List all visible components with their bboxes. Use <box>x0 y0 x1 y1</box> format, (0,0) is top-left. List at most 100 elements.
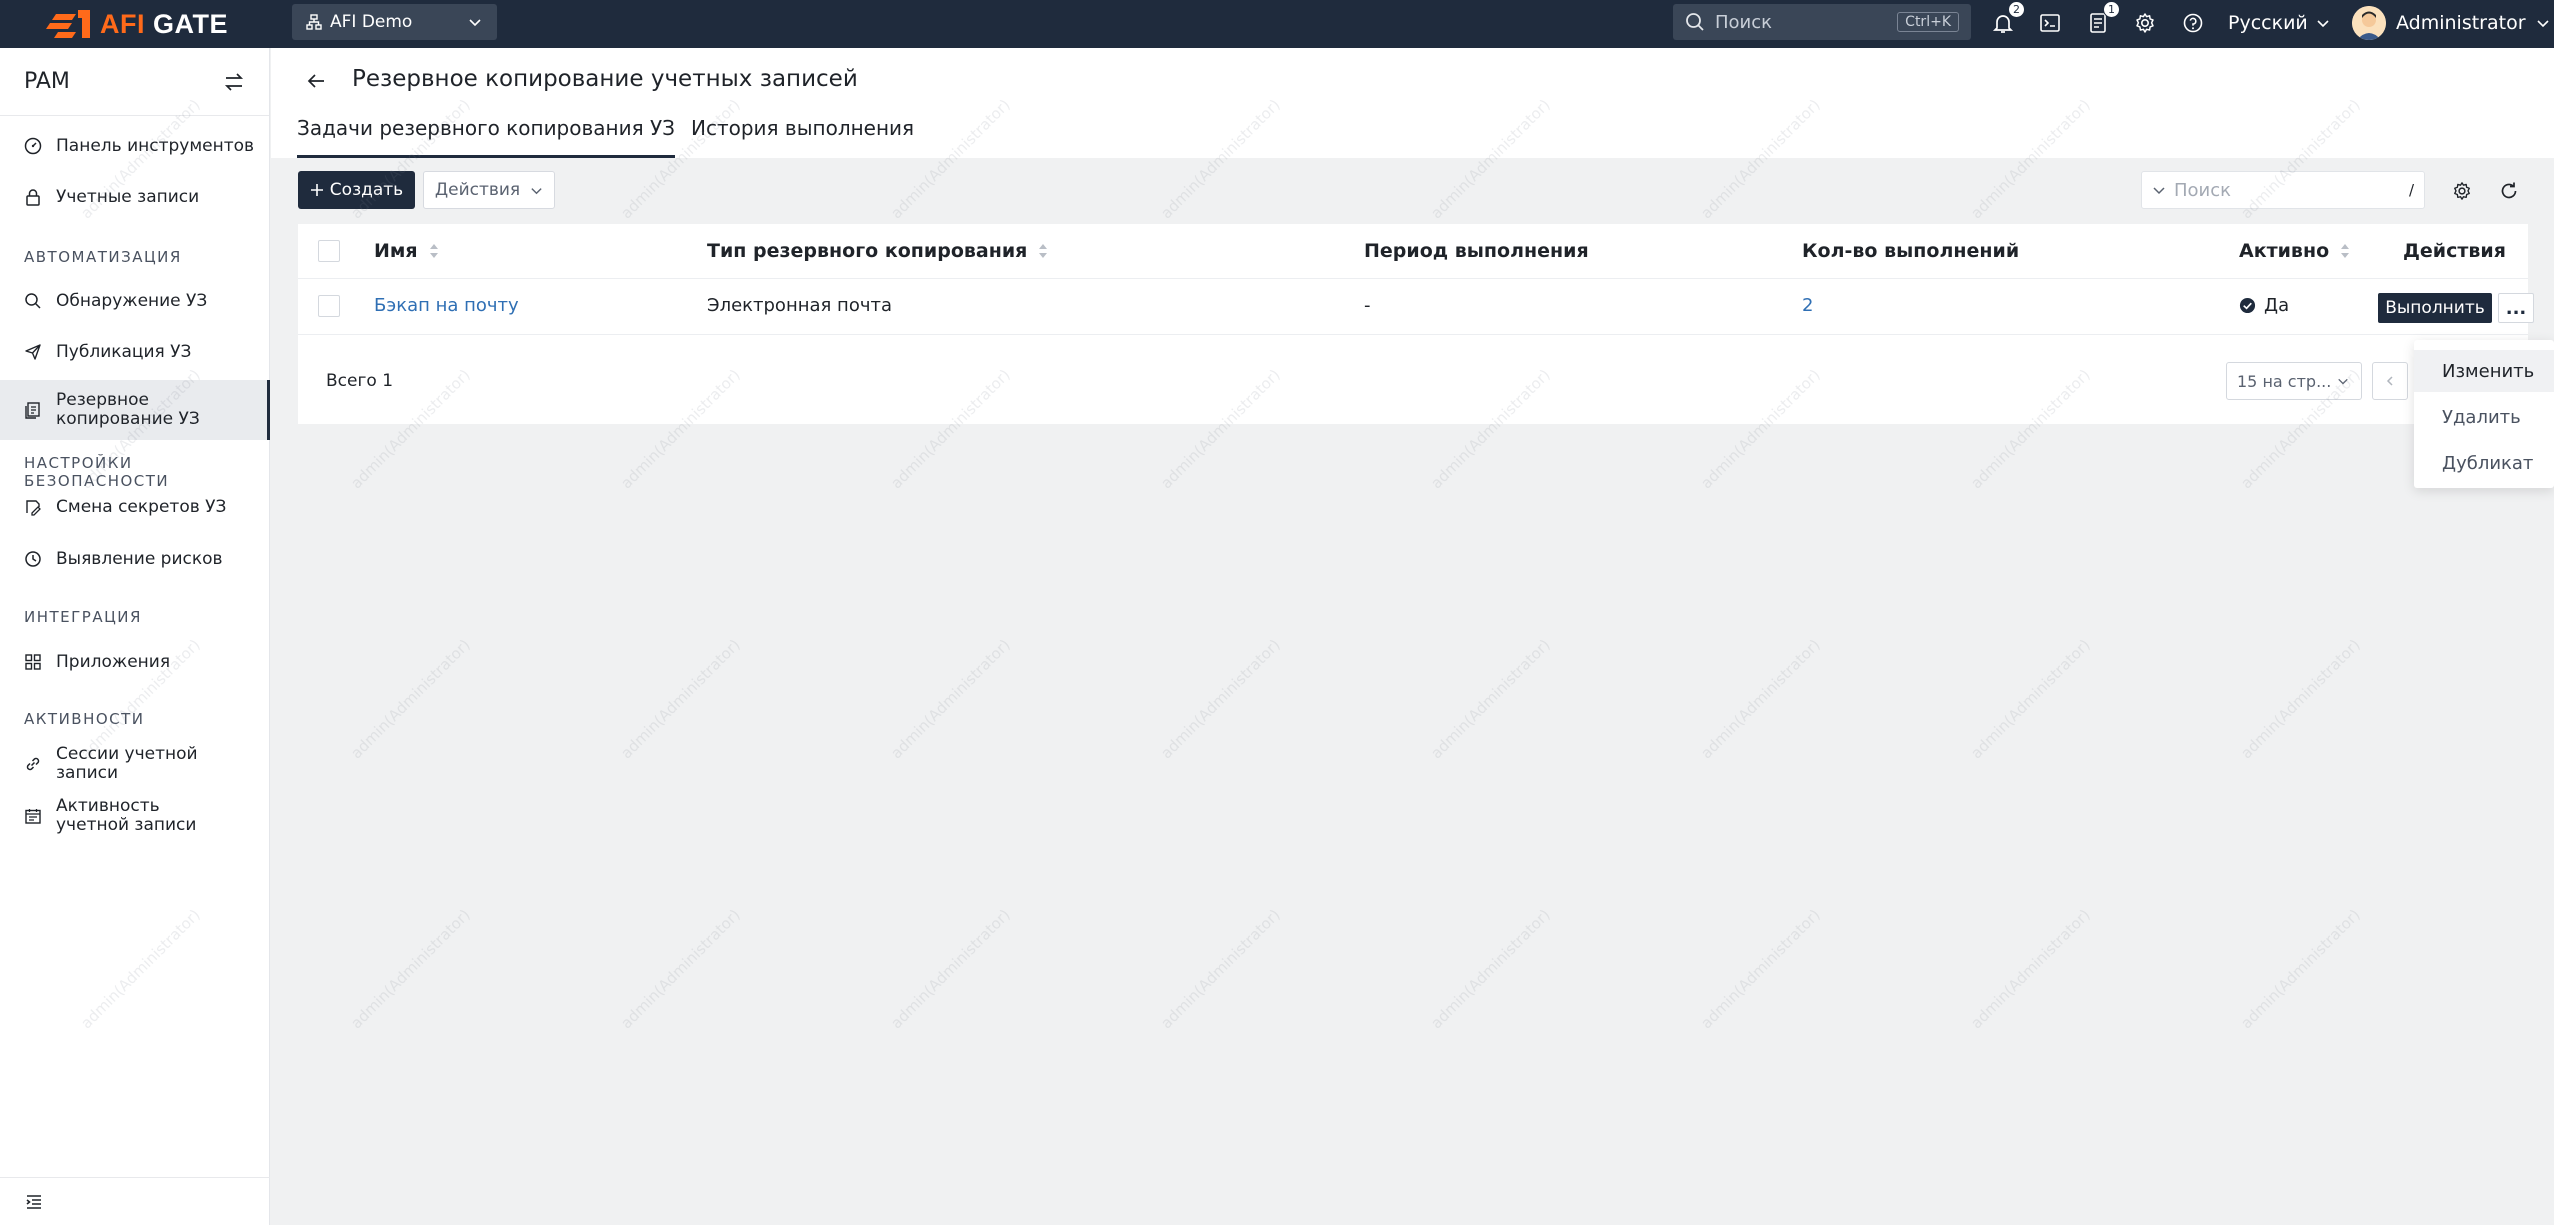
user-menu[interactable]: Administrator <box>2352 4 2550 42</box>
logo-text: AFI GATE <box>100 8 228 39</box>
logo[interactable]: AFI GATE <box>46 6 228 42</box>
row-checkbox[interactable] <box>318 295 340 317</box>
row-runs-link[interactable]: 2 <box>1802 295 1813 316</box>
menu-item-duplicate[interactable]: Дубликат <box>2414 442 2554 484</box>
column-name[interactable]: Имя <box>374 240 440 262</box>
watermark-text: admin(Administrator) <box>1967 635 2094 763</box>
row-active-label: Да <box>2264 295 2290 316</box>
actions-label: Действия <box>434 180 521 200</box>
column-type[interactable]: Тип резервного копирования <box>707 240 1049 262</box>
check-circle-icon <box>2239 297 2256 314</box>
help-icon <box>2183 13 2203 33</box>
backup-icon <box>24 401 42 419</box>
arrow-left-icon <box>307 74 324 88</box>
terminal-icon <box>2040 14 2060 32</box>
watermark-text: admin(Administrator) <box>887 905 1014 1033</box>
refresh-button[interactable] <box>2498 180 2520 202</box>
column-runs-label: Кол-во выполнений <box>1802 240 2020 262</box>
logo-icon <box>46 6 94 42</box>
settings-button[interactable] <box>2131 9 2159 37</box>
prev-page-button[interactable] <box>2372 362 2408 400</box>
language-select[interactable]: Русский <box>2228 8 2330 38</box>
watermark-text: admin(Administrator) <box>1697 905 1824 1033</box>
gear-icon <box>2136 13 2154 33</box>
sidebar-item-accounts[interactable]: Учетные записи <box>0 181 270 213</box>
sidebar-item-label: Учетные записи <box>56 187 200 207</box>
sidebar: PAM Панель инструментов Учетные записи А… <box>0 48 270 1225</box>
sidebar-item-label: Панель инструментов <box>56 136 255 156</box>
gauge-icon <box>24 137 42 155</box>
tab-backup-tasks[interactable]: Задачи резервного копирования УЗ <box>297 116 676 158</box>
actions-dropdown[interactable]: Действия <box>423 171 555 209</box>
sidebar-item-risk[interactable]: Выявление рисков <box>0 543 270 575</box>
chevron-down-icon <box>469 19 481 27</box>
send-icon <box>24 343 42 361</box>
search-icon <box>1686 13 1704 31</box>
global-search[interactable]: Поиск Ctrl+K <box>1673 4 1971 40</box>
table-card: Имя Тип резервного копирования Период вы… <box>298 224 2534 424</box>
org-select[interactable]: AFI Demo <box>292 4 497 40</box>
sidebar-item-label: Приложения <box>56 652 171 672</box>
chevron-left-icon <box>2386 376 2393 386</box>
watermark-text: admin(Administrator) <box>347 635 474 763</box>
back-button[interactable] <box>305 70 327 97</box>
gear-icon <box>2454 182 2470 200</box>
section-activities: АКТИВНОСТИ <box>24 710 145 728</box>
notifications-button[interactable]: 2 <box>1989 1 2025 37</box>
select-all-checkbox[interactable] <box>318 240 340 262</box>
table-row: Бэкап на почту Электронная почта - 2 Да … <box>298 279 2534 335</box>
sidebar-item-sessions[interactable]: Сессии учетной записи <box>0 740 270 788</box>
tasks-badge: 1 <box>2103 1 2120 18</box>
watermark-text: admin(Administrator) <box>2237 635 2364 763</box>
menu-item-delete[interactable]: Удалить <box>2414 396 2554 438</box>
watermark-text: admin(Administrator) <box>1967 905 2094 1033</box>
sidebar-item-dashboard[interactable]: Панель инструментов <box>0 130 270 162</box>
search-shortcut: / <box>2408 181 2414 199</box>
refresh-icon <box>2501 182 2517 199</box>
column-type-label: Тип резервного копирования <box>707 240 1028 262</box>
column-name-label: Имя <box>374 240 418 262</box>
section-automation: АВТОМАТИЗАЦИЯ <box>24 248 182 266</box>
sidebar-item-secret-change[interactable]: Смена секретов УЗ <box>0 491 270 523</box>
sidebar-item-label: Обнаружение УЗ <box>56 291 208 311</box>
sidebar-item-publication[interactable]: Публикация УЗ <box>0 336 270 368</box>
sidebar-item-label: Резервное копирование УЗ <box>56 390 200 429</box>
collapse-menu-icon <box>26 1194 41 1209</box>
menu-item-edit[interactable]: Изменить <box>2414 350 2554 392</box>
sidebar-item-label: Смена секретов УЗ <box>56 497 227 517</box>
sidebar-item-discovery[interactable]: Обнаружение УЗ <box>0 285 270 317</box>
sidebar-item-backup[interactable]: Резервное копирование УЗ <box>0 380 270 440</box>
sidebar-item-activity[interactable]: Активность учетной записи <box>0 792 270 840</box>
column-period-label: Период выполнения <box>1364 240 1589 262</box>
tasks-button[interactable]: 1 <box>2084 1 2120 37</box>
chevron-down-icon <box>531 187 542 194</box>
sidebar-item-apps[interactable]: Приложения <box>0 646 270 678</box>
terminal-button[interactable] <box>2036 9 2064 37</box>
sidebar-collapse[interactable] <box>0 1177 270 1225</box>
row-name-link[interactable]: Бэкап на почту <box>374 295 519 316</box>
create-button-label: Создать <box>329 180 404 200</box>
tab-history[interactable]: История выполнения <box>691 116 914 158</box>
sidebar-item-label: Сессии учетной записи <box>56 744 198 783</box>
page-title: Резервное копирование учетных записей <box>352 66 858 92</box>
chevron-down-icon <box>2317 20 2329 28</box>
page-size-select[interactable]: 15 на стр... <box>2226 362 2362 400</box>
chevron-down-icon <box>2153 187 2165 195</box>
row-period: - <box>1364 295 1371 316</box>
column-active[interactable]: Активно <box>2239 240 2351 262</box>
create-button[interactable]: Создать <box>298 171 415 209</box>
more-actions-button[interactable]: ... <box>2498 293 2534 323</box>
sort-icon <box>429 244 438 258</box>
apps-icon <box>24 653 42 671</box>
section-integration: ИНТЕГРАЦИЯ <box>24 608 142 626</box>
section-security: НАСТРОЙКИ БЕЗОПАСНОСТИ <box>24 454 170 490</box>
watermark-text: admin(Administrator) <box>1157 905 1284 1033</box>
table-settings-button[interactable] <box>2451 180 2473 202</box>
run-button[interactable]: Выполнить <box>2378 293 2492 323</box>
help-button[interactable] <box>2179 9 2207 37</box>
watermark-text: admin(Administrator) <box>2237 905 2364 1033</box>
sort-icon <box>1039 244 1048 258</box>
switch-icon[interactable] <box>223 71 245 93</box>
table-search[interactable]: Поиск / <box>2141 171 2425 209</box>
watermark-text: admin(Administrator) <box>617 905 744 1033</box>
